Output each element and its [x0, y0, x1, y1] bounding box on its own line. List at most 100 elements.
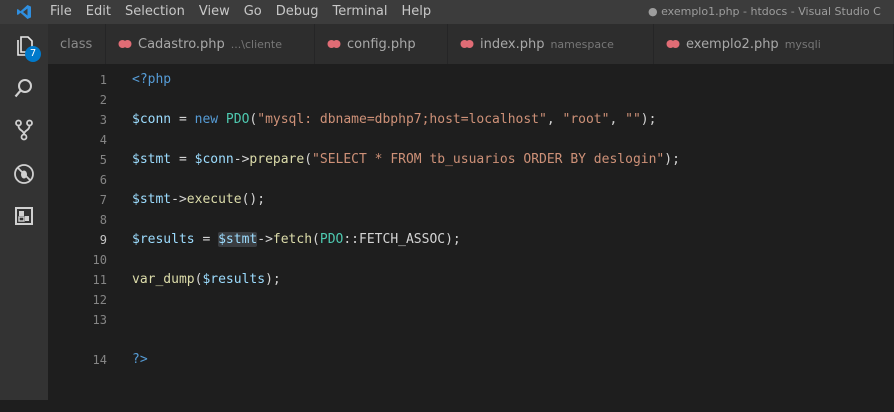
token-class: PDO — [319, 232, 344, 247]
explorer-badge: 7 — [25, 46, 41, 62]
line-number: 12 — [92, 293, 107, 307]
token-string: "root" — [562, 112, 610, 127]
token-variable: $stmt — [132, 192, 172, 207]
tab-label: Cadastro.php — [138, 36, 225, 52]
token-punct: (); — [241, 192, 266, 207]
token-operator: = — [171, 112, 195, 127]
window-title: ● exemplo1.php - htdocs - Visual Studio … — [648, 5, 881, 18]
token-string: "" — [625, 112, 641, 127]
token-string: "SELECT * FROM tb_usuarios ORDER BY desl… — [312, 152, 665, 167]
line-number: 11 — [92, 273, 107, 287]
line-number: 13 — [92, 313, 107, 327]
extensions-icon — [15, 207, 33, 225]
token-arrow: -> — [171, 192, 187, 207]
debug-button[interactable] — [0, 154, 48, 194]
token-class: PDO — [218, 112, 250, 127]
extensions-button[interactable] — [0, 196, 48, 236]
line-number: 10 — [92, 253, 107, 267]
title-bar: File Edit Selection View Go Debug Termin… — [0, 0, 894, 24]
token-variable: $conn — [132, 112, 172, 127]
tab-description: namespace — [550, 37, 614, 51]
token-variable: $conn — [194, 152, 234, 167]
tab-label: index.php — [480, 36, 545, 52]
line-number: 14 — [92, 353, 107, 367]
menu-file[interactable]: File — [50, 0, 72, 24]
token-punct: ( — [312, 232, 320, 247]
token-punct: ); — [664, 152, 680, 167]
token-arrow: -> — [257, 232, 273, 247]
tab-description: mysqli — [784, 37, 821, 51]
token-arrow: -> — [233, 152, 250, 167]
line-number: 8 — [99, 213, 107, 227]
line-number: 5 — [99, 153, 107, 167]
line-number: 6 — [99, 173, 107, 187]
bottom-strip — [0, 400, 894, 412]
token-operator: = — [194, 232, 219, 247]
php-file-icon — [327, 39, 341, 49]
token-function: execute — [186, 192, 242, 207]
code-line-11: var_dump($results); — [132, 270, 281, 290]
token-variable-highlighted: $stmt — [218, 232, 258, 247]
menu-edit[interactable]: Edit — [86, 0, 111, 24]
php-file-icon — [460, 39, 474, 49]
token-variable: $results — [132, 232, 195, 247]
code-line-7: $stmt->execute(); — [132, 190, 265, 210]
source-control-button[interactable] — [0, 110, 48, 150]
token-punct: , — [546, 112, 563, 127]
menu-go[interactable]: Go — [244, 0, 262, 24]
debug-icon — [14, 164, 34, 184]
php-file-icon — [118, 39, 132, 49]
token-punct: ); — [445, 232, 461, 247]
code-line-14: ?> — [132, 350, 148, 370]
tab-config[interactable]: config.php — [315, 24, 448, 64]
code-line-5: $stmt = $conn->prepare("SELECT * FROM tb… — [132, 150, 680, 170]
code-editor[interactable]: 1 2 3 4 5 6 7 8 9 10 11 12 13 14 <?php $… — [48, 64, 894, 400]
tab-class[interactable]: class — [48, 24, 106, 64]
code-line-3: $conn = new PDO("mysql: dbname=dbphp7;ho… — [132, 110, 656, 130]
line-number: 3 — [99, 113, 107, 127]
token-variable: $stmt — [132, 152, 172, 167]
token-punct: ); — [640, 112, 657, 127]
activity-bar: 7 — [0, 24, 48, 412]
token-function: prepare — [249, 152, 305, 167]
explorer-button[interactable]: 7 — [0, 26, 48, 66]
token-operator: = — [171, 152, 195, 167]
token-punct: , — [609, 112, 626, 127]
menu-help[interactable]: Help — [401, 0, 431, 24]
tab-index[interactable]: index.php namespace — [448, 24, 654, 64]
token-string: "mysql: dbname=dbphp7;host=localhost" — [257, 112, 547, 127]
line-number: 1 — [99, 73, 107, 87]
tab-label: exemplo2.php — [686, 36, 779, 52]
tab-exemplo2[interactable]: exemplo2.php mysqli — [654, 24, 894, 64]
tab-cadastro[interactable]: Cadastro.php ...\cliente — [106, 24, 315, 64]
token-constant: FETCH_ASSOC — [359, 232, 446, 247]
tab-label: config.php — [347, 36, 416, 52]
token-function: fetch — [272, 232, 313, 247]
line-number: 7 — [99, 193, 107, 207]
tab-description: ...\cliente — [230, 37, 282, 51]
php-file-icon — [666, 39, 680, 49]
php-open-tag: <?php — [132, 72, 172, 87]
vscode-logo-icon — [14, 2, 34, 22]
line-number: 4 — [99, 133, 107, 147]
token-variable: $results — [202, 272, 266, 287]
code-line-1: <?php — [132, 70, 171, 90]
token-function: var_dump — [132, 272, 195, 287]
line-number-gutter: 1 2 3 4 5 6 7 8 9 10 11 12 13 14 — [48, 64, 108, 400]
token-keyword: new — [194, 112, 219, 127]
line-number: 2 — [99, 93, 107, 107]
source-control-icon — [15, 119, 33, 141]
code-line-9: $results = $stmt->fetch(PDO::FETCH_ASSOC… — [132, 230, 461, 250]
tab-bar: class Cadastro.php ...\cliente config.ph… — [48, 24, 894, 64]
menu-terminal[interactable]: Terminal — [333, 0, 388, 24]
search-button[interactable] — [0, 68, 48, 108]
line-number-active: 9 — [99, 233, 107, 247]
search-icon — [14, 79, 32, 98]
menu-debug[interactable]: Debug — [276, 0, 319, 24]
token-punct: ); — [265, 272, 281, 287]
menu-view[interactable]: View — [199, 0, 230, 24]
token-scope: :: — [343, 232, 360, 247]
menu-selection[interactable]: Selection — [125, 0, 185, 24]
token-punct: ( — [304, 152, 313, 167]
tab-label: class — [60, 36, 93, 52]
